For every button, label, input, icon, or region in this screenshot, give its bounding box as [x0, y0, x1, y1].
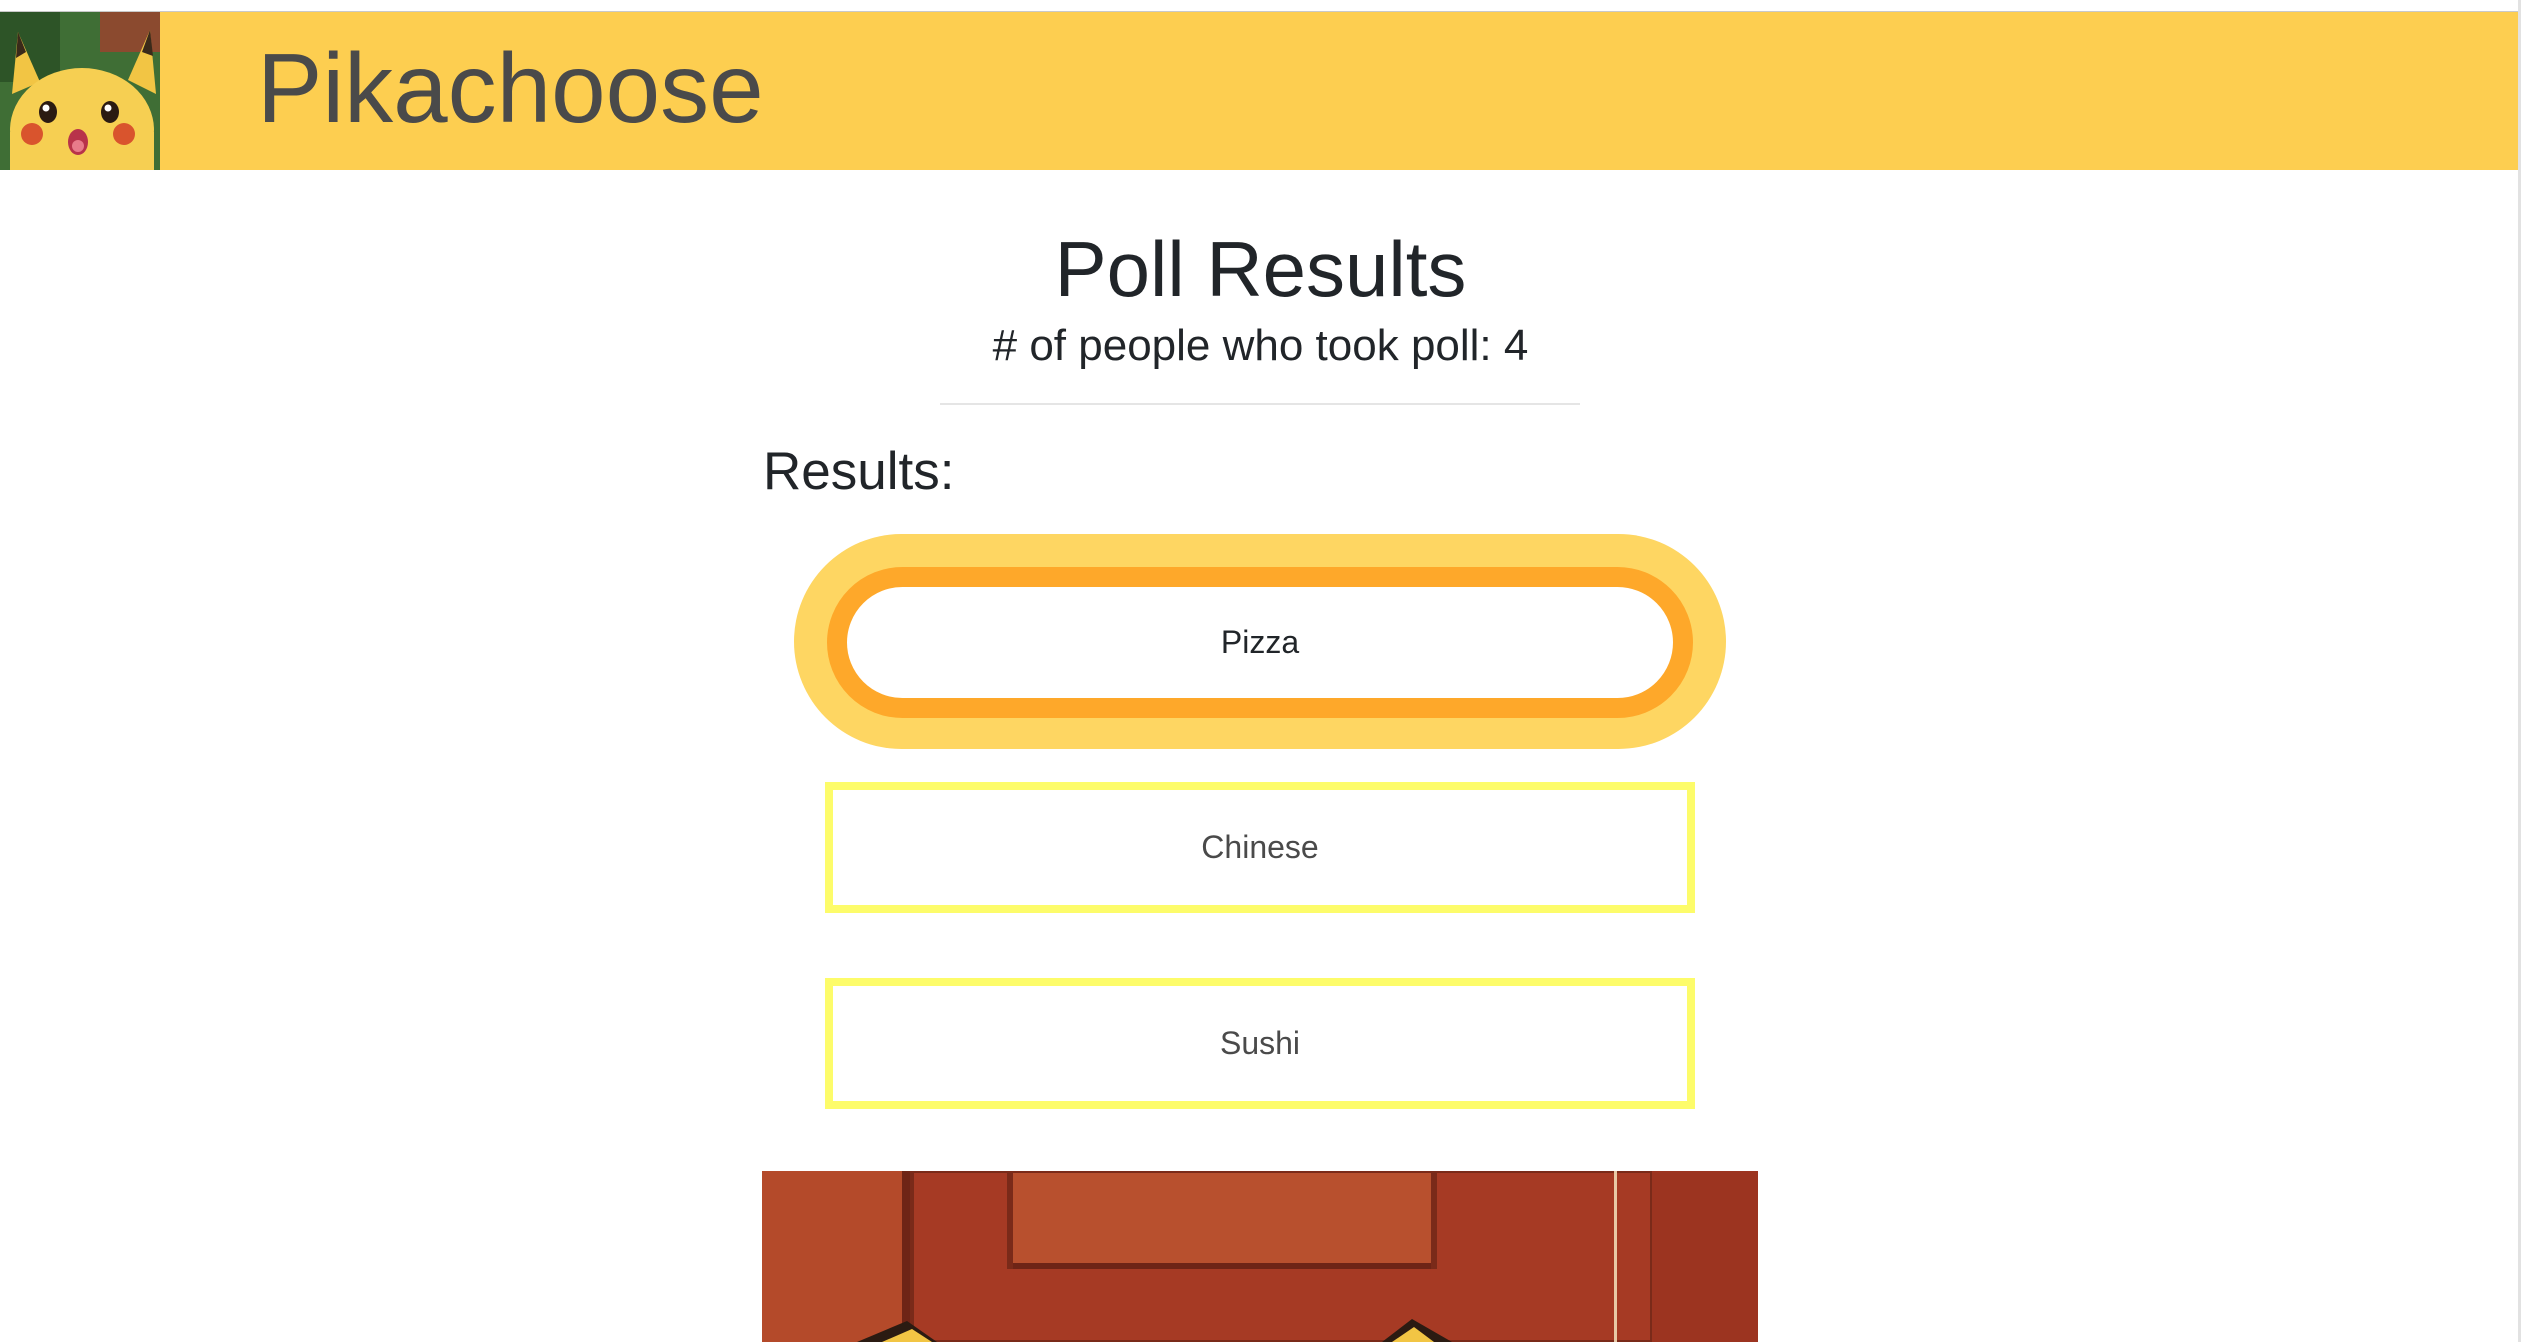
page: Pikachoose Poll Results # of people who …	[0, 0, 2521, 1342]
result-option-label: Chinese	[1201, 829, 1319, 865]
surprised-pikachu-image	[762, 1171, 1758, 1342]
page-title: Poll Results	[1054, 225, 1467, 313]
result-option[interactable]: Chinese	[825, 782, 1695, 913]
divider	[940, 403, 1580, 405]
brand-title[interactable]: Pikachoose	[257, 28, 764, 148]
window-top-edge	[0, 0, 2521, 12]
result-option-label: Pizza	[1220, 624, 1300, 660]
result-option-winner[interactable]: Pizza	[827, 567, 1693, 718]
result-option[interactable]: Sushi	[825, 978, 1695, 1109]
navbar: Pikachoose	[0, 12, 2518, 170]
pikachu-logo-icon[interactable]	[0, 12, 160, 170]
results-heading: Results:	[763, 442, 955, 501]
participants-count: # of people who took poll: 4	[992, 321, 1529, 370]
result-option-label: Sushi	[1219, 1025, 1301, 1061]
